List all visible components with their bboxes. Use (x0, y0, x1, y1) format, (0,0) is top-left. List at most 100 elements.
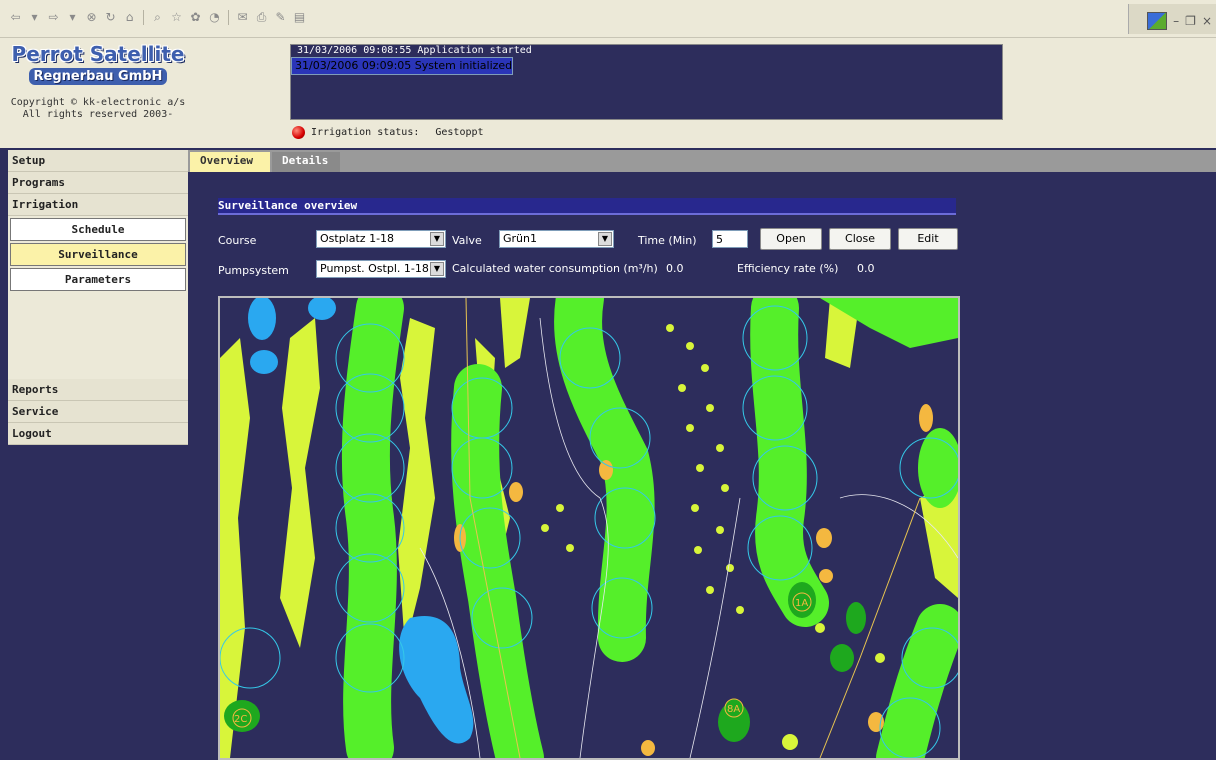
bunker (599, 460, 613, 480)
tree (726, 564, 734, 572)
consumption-label: Calculated water consumption (m³/h) (452, 262, 658, 275)
tree (706, 404, 714, 412)
rough-area (280, 318, 320, 648)
home-icon[interactable]: ⌂ (122, 10, 137, 25)
stop-icon[interactable]: ⊗ (84, 10, 99, 25)
tree (566, 544, 574, 552)
tree (694, 546, 702, 554)
main-pipes (465, 298, 921, 758)
bunker (919, 404, 933, 432)
nav-service[interactable]: Service (8, 401, 188, 423)
nav-parameters[interactable]: Parameters (10, 268, 186, 291)
tab-overview[interactable]: Overview (190, 152, 270, 172)
course-map-svg[interactable]: 1A 2C 8A (220, 298, 958, 758)
dropdown-icon[interactable]: ▾ (65, 10, 80, 25)
fairway (451, 364, 544, 758)
water-hazard (399, 616, 474, 744)
bunker (816, 528, 832, 548)
section-title: Surveillance overview (218, 198, 956, 215)
efficiency-label: Efficiency rate (%) (737, 262, 839, 275)
bunker (819, 569, 833, 583)
close-button[interactable]: Close (829, 228, 891, 250)
log-entry-selected[interactable]: 31/03/2006 09:09:05 System initialized (291, 57, 514, 75)
mail-icon[interactable]: ✉ (235, 10, 250, 25)
windows-logo-icon (1147, 12, 1168, 30)
water-hazard (250, 350, 278, 374)
dropdown-icon[interactable]: ▾ (27, 10, 42, 25)
course-map[interactable]: 1A 2C 8A (218, 296, 960, 760)
discuss-icon[interactable]: ▤ (292, 10, 307, 25)
rough-area (500, 298, 530, 368)
toolbar-separator (228, 10, 229, 25)
chevron-down-icon[interactable]: ▼ (430, 232, 444, 246)
print-icon[interactable]: ⎙ (254, 10, 269, 25)
rough-area (220, 338, 250, 758)
nav-irrigation[interactable]: Irrigation (8, 194, 188, 216)
valve-label: Valve (452, 234, 482, 247)
history-icon[interactable]: ◔ (207, 10, 222, 25)
media-icon[interactable]: ✿ (188, 10, 203, 25)
event-log[interactable]: 31/03/2006 09:08:55 Application started … (290, 44, 1003, 120)
forward-icon[interactable]: ⇨ (46, 10, 61, 25)
logo-title: Perrot Satellite (11, 42, 185, 66)
tab-details[interactable]: Details (272, 152, 340, 172)
tree (701, 364, 709, 372)
log-entry[interactable]: 31/03/2006 09:08:55 Application started (291, 45, 1002, 57)
back-icon[interactable]: ⇦ (8, 10, 23, 25)
nav-programs[interactable]: Programs (8, 172, 188, 194)
time-input[interactable] (712, 230, 748, 248)
tee (830, 644, 854, 672)
edit-button[interactable]: Edit (898, 228, 958, 250)
tree (716, 444, 724, 452)
tree (716, 526, 724, 534)
valve-value: Grün1 (503, 232, 537, 245)
hole-label: 2C (234, 714, 247, 725)
tree (678, 384, 686, 392)
hole-label: 8A (727, 704, 740, 715)
tree (666, 324, 674, 332)
tree (691, 504, 699, 512)
refresh-icon[interactable]: ↻ (103, 10, 118, 25)
rough-area (398, 318, 435, 648)
tree (556, 504, 564, 512)
pumpsystem-label: Pumpsystem (218, 264, 289, 277)
tree (686, 424, 694, 432)
bunker (509, 482, 523, 502)
edit-icon[interactable]: ✎ (273, 10, 288, 25)
time-label: Time (Min) (638, 234, 697, 247)
chevron-down-icon[interactable]: ▼ (430, 262, 444, 276)
course-select[interactable]: Ostplatz 1-18 ▼ (316, 230, 446, 248)
status-label: Irrigation status: (311, 127, 420, 138)
tee (846, 602, 866, 634)
tree (782, 734, 798, 750)
left-nav: Setup Programs Irrigation Schedule Surve… (8, 150, 188, 445)
chevron-down-icon[interactable]: ▼ (598, 232, 612, 246)
logo: Perrot Satellite Regnerbau GmbH Copyrigh… (8, 42, 188, 121)
app-header: Perrot Satellite Regnerbau GmbH Copyrigh… (0, 38, 1216, 148)
nav-setup[interactable]: Setup (8, 150, 188, 172)
close-icon[interactable]: × (1202, 14, 1212, 28)
nav-logout[interactable]: Logout (8, 423, 188, 445)
water-hazard (248, 298, 276, 340)
toolbar-separator (143, 10, 144, 25)
nav-reports[interactable]: Reports (8, 379, 188, 401)
favorites-icon[interactable]: ☆ (169, 10, 184, 25)
pumpsystem-select[interactable]: Pumpst. Ostpl. 1-18 ▼ (316, 260, 446, 278)
open-button[interactable]: Open (760, 228, 822, 250)
restore-icon[interactable]: ❐ (1185, 14, 1196, 28)
valve-select[interactable]: Grün1 ▼ (499, 230, 614, 248)
window-controls: – ❐ × (1128, 4, 1216, 34)
browser-toolbar: ⇦ ▾ ⇨ ▾ ⊗ ↻ ⌂ ⌕ ☆ ✿ ◔ ✉ ⎙ ✎ ▤ – ❐ × (0, 0, 1216, 38)
bunker (868, 712, 884, 732)
tree (696, 464, 704, 472)
tees (224, 582, 866, 742)
nav-schedule[interactable]: Schedule (10, 218, 186, 241)
search-icon[interactable]: ⌕ (150, 10, 165, 25)
bunker (641, 740, 655, 756)
copyright: Copyright © kk-electronic a/s All rights… (8, 97, 188, 121)
copyright-line: Copyright © kk-electronic a/s (10, 97, 186, 108)
minimize-icon[interactable]: – (1173, 14, 1179, 28)
nav-surveillance[interactable]: Surveillance (10, 243, 186, 266)
status-value: Gestoppt (435, 127, 484, 138)
